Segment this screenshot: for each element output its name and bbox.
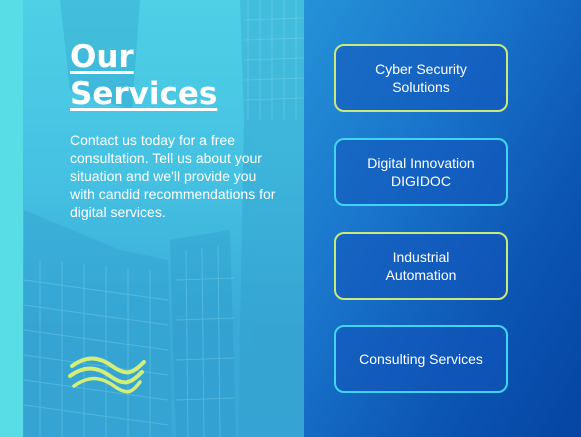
- service-digital-innovation-button[interactable]: Digital Innovation DIGIDOC: [334, 138, 508, 206]
- service-consulting-button[interactable]: Consulting Services: [334, 325, 508, 393]
- page-title-line-1: Our: [70, 39, 134, 75]
- service-label: Digital Innovation DIGIDOC: [367, 155, 475, 189]
- intro-paragraph: Contact us today for a free consultation…: [70, 132, 276, 220]
- service-label: Consulting Services: [359, 351, 483, 367]
- service-industrial-automation-button[interactable]: Industrial Automation: [334, 232, 508, 300]
- services-slide: Our Services Contact us today for a free…: [0, 0, 581, 437]
- wave-logo-icon: [68, 356, 146, 394]
- left-panel: Our Services Contact us today for a free…: [0, 0, 304, 437]
- page-title-line-2: Services: [70, 76, 218, 112]
- service-label: Cyber Security Solutions: [375, 61, 467, 95]
- service-cyber-security-button[interactable]: Cyber Security Solutions: [334, 44, 508, 112]
- service-label: Industrial Automation: [385, 249, 457, 283]
